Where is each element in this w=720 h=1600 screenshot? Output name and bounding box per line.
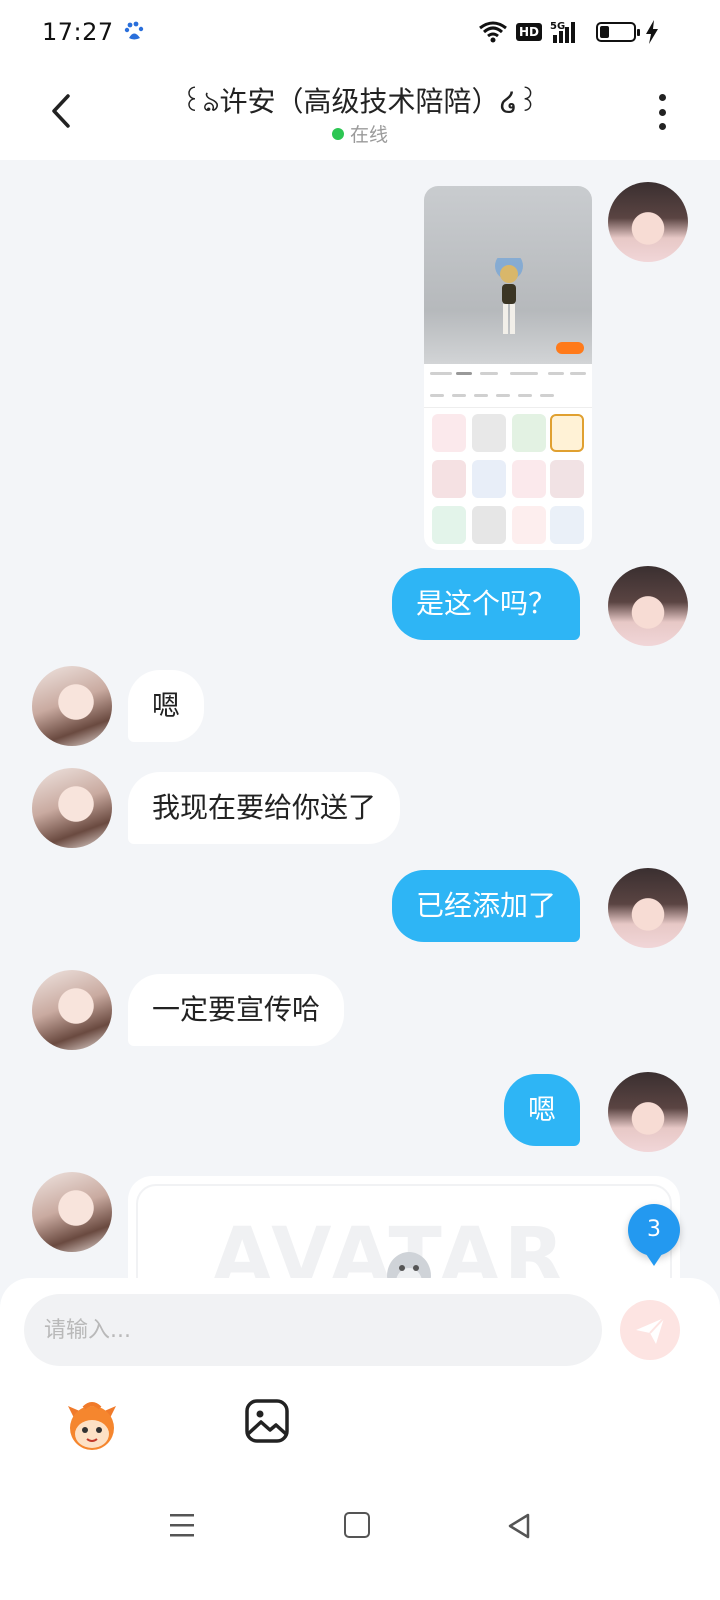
svg-text:5G: 5G (550, 21, 565, 32)
message-bubble[interactable]: 是这个吗？ (391, 568, 580, 640)
image-message[interactable] (424, 186, 592, 550)
avatar[interactable] (32, 666, 112, 746)
message-bubble[interactable]: 嗯 (503, 1074, 580, 1146)
status-bar: 17:27 HD 5G (0, 0, 720, 64)
online-status: 在线 (0, 120, 720, 147)
unread-count-badge[interactable]: 3 (628, 1204, 680, 1266)
avatar[interactable] (32, 768, 112, 848)
confirm-mini-button (556, 342, 584, 354)
message-list[interactable]: 是这个吗？ 嗯 我现在要给你送了 已经添加了 一定要宣传哈 嗯 AVATAR (0, 160, 720, 1310)
message-bubble[interactable]: 嗯 (128, 670, 205, 742)
message-bubble[interactable]: 一定要宣传哈 (128, 974, 345, 1046)
send-button[interactable] (620, 1300, 680, 1360)
message-input[interactable] (24, 1294, 602, 1366)
avatar[interactable] (608, 566, 688, 646)
online-dot-icon (331, 128, 344, 140)
recent-apps-icon[interactable] (168, 1512, 196, 1538)
preview-tabs (424, 364, 592, 408)
nav-back-icon[interactable] (506, 1512, 532, 1540)
baidu-icon (124, 21, 144, 40)
status-time: 17:27 (42, 18, 114, 46)
image-picker-icon[interactable] (244, 1398, 290, 1444)
avatar[interactable] (32, 1172, 112, 1252)
message-bubble[interactable]: 已经添加了 (391, 870, 580, 942)
5g-signal-icon: 5G (550, 21, 575, 43)
online-status-label: 在线 (349, 124, 388, 146)
wifi-icon (479, 21, 507, 43)
chat-header: ꒰ঌ许安（高级技术陪陪）໒꒱ 在线 (0, 64, 720, 160)
avatar[interactable] (608, 182, 688, 262)
system-nav-bar (0, 1490, 720, 1600)
emoji-sticker-icon[interactable] (62, 1398, 122, 1454)
charging-icon (646, 20, 658, 44)
avatar[interactable] (608, 868, 688, 948)
message-bubble[interactable]: 我现在要给你送了 (128, 772, 401, 844)
avatar[interactable] (608, 1072, 688, 1152)
avatar[interactable] (32, 970, 112, 1050)
battery-icon (596, 22, 640, 42)
home-icon[interactable] (344, 1512, 370, 1538)
character-figure (495, 258, 523, 334)
hd-icon: HD (515, 23, 542, 41)
more-options-icon[interactable] (644, 92, 680, 132)
send-icon (636, 1317, 665, 1344)
dressup-preview (424, 186, 592, 364)
